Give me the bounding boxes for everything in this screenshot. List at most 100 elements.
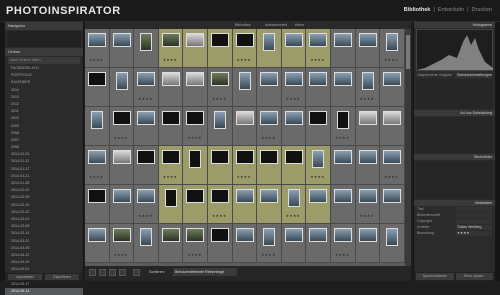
rating-stars[interactable]: ★★★★ (187, 253, 202, 257)
photo-thumbnail[interactable] (210, 189, 229, 203)
thumbnail-cell[interactable]: ★★★★ (355, 68, 381, 107)
folder-item[interactable]: KALENDER (5, 79, 83, 86)
folder-item[interactable]: 2014-03-01 (5, 216, 83, 223)
rating-stars[interactable]: ★★★★ (89, 58, 104, 62)
thumbnail-cell[interactable] (257, 29, 282, 68)
photo-thumbnail[interactable] (383, 189, 402, 203)
thumbnail-cell[interactable]: ★★★★ (183, 224, 208, 263)
filter-tab[interactable]: Bibliothek (235, 23, 251, 27)
photo-thumbnail[interactable] (161, 228, 180, 242)
thumbnail-cell[interactable] (380, 68, 405, 107)
navigator-preview[interactable] (7, 31, 81, 47)
photo-thumbnail[interactable] (383, 150, 402, 164)
photo-thumbnail[interactable] (210, 72, 229, 86)
thumbnail-cell[interactable] (380, 224, 405, 263)
rating-stars[interactable]: ★★★★ (187, 136, 202, 140)
thumbnail-cell[interactable]: ★★★★ (109, 107, 135, 146)
photo-thumbnail[interactable] (333, 228, 352, 242)
thumbnail-cell[interactable] (183, 146, 208, 185)
folder-item[interactable]: 2014-05-17 (5, 281, 83, 288)
folder-item[interactable]: 2014-04-19 (5, 259, 83, 266)
photo-thumbnail[interactable] (189, 150, 202, 168)
folder-item[interactable]: 2014-03-14 (5, 230, 83, 237)
module-bibliothek[interactable]: Bibliothek (404, 7, 431, 13)
folder-item[interactable]: 2014-01-03 (5, 151, 83, 158)
folder-item[interactable]: 2014-03-08 (5, 223, 83, 230)
folder-item[interactable]: 2007 (5, 137, 83, 144)
thumbnail-cell[interactable] (257, 68, 282, 107)
thumbnail-cell[interactable]: ★★★★ (109, 224, 135, 263)
photo-thumbnail[interactable] (312, 150, 325, 168)
photo-thumbnail[interactable] (161, 150, 180, 164)
thumbnail-cell[interactable] (109, 146, 135, 185)
thumbnail-cell[interactable] (109, 185, 135, 224)
rating-stars[interactable]: ★★★★ (261, 253, 276, 257)
histogram-header[interactable]: Histogramm (414, 22, 495, 28)
photo-thumbnail[interactable] (358, 189, 377, 203)
photo-thumbnail[interactable] (137, 189, 156, 203)
photo-thumbnail[interactable] (186, 33, 205, 47)
photo-thumbnail[interactable] (361, 72, 374, 90)
export-button[interactable]: Exportieren (45, 274, 79, 280)
survey-view-icon[interactable] (119, 269, 126, 276)
photo-thumbnail[interactable] (309, 111, 328, 125)
rating-stars[interactable]: ★★★★ (384, 58, 399, 62)
photo-thumbnail[interactable] (287, 189, 300, 207)
photo-thumbnail[interactable] (309, 189, 328, 203)
thumbnail-cell[interactable] (158, 68, 184, 107)
photo-thumbnail[interactable] (309, 72, 328, 86)
photo-thumbnail[interactable] (88, 33, 106, 47)
folder-search-input[interactable]: Nach Ordnern filtern (8, 57, 80, 64)
thumbnail-cell[interactable] (158, 224, 184, 263)
thumbnail-cell[interactable] (109, 68, 135, 107)
thumbnail-cell[interactable] (109, 29, 135, 68)
sort-select[interactable]: Benutzerdefinierte Reihenfolge (173, 268, 237, 276)
filter-tab[interactable]: Aufnahmezeit (265, 23, 287, 27)
thumbnail-cell[interactable] (281, 146, 307, 185)
metadata-value[interactable]: ★★★★ (456, 231, 492, 236)
photo-thumbnail[interactable] (137, 150, 156, 164)
photo-thumbnail[interactable] (88, 228, 106, 242)
rating-stars[interactable]: ★★★★ (360, 214, 375, 218)
folder-item[interactable]: 2014-01-11 (5, 158, 83, 165)
photo-thumbnail[interactable] (115, 72, 128, 90)
thumbnail-cell[interactable]: ★★★★ (306, 146, 331, 185)
photo-thumbnail[interactable] (210, 150, 229, 164)
thumbnail-cell[interactable] (134, 29, 159, 68)
photo-thumbnail[interactable] (235, 111, 254, 125)
folder-item[interactable]: 2014-02-02 (5, 187, 83, 194)
thumbnail-cell[interactable] (183, 29, 208, 68)
photo-thumbnail[interactable] (238, 72, 251, 90)
photo-thumbnail[interactable] (137, 72, 156, 86)
grid-scrollbar[interactable] (405, 29, 411, 266)
quick-develop-header[interactable]: Ad-hoc-Entwicklung (414, 110, 495, 116)
thumbnail-cell[interactable]: ★★★★ (281, 68, 307, 107)
thumbnail-cell[interactable] (306, 107, 331, 146)
photo-thumbnail[interactable] (284, 150, 303, 164)
thumbnail-cell[interactable] (85, 224, 110, 263)
thumbnail-cell[interactable] (257, 146, 282, 185)
thumbnail-cell[interactable] (134, 107, 159, 146)
photo-thumbnail[interactable] (235, 150, 254, 164)
thumbnail-cell[interactable] (207, 224, 233, 263)
module-entwickeln[interactable]: Entwickeln (438, 7, 464, 13)
thumbnail-cell[interactable]: ★★★★ (380, 29, 405, 68)
photo-thumbnail[interactable] (336, 111, 349, 129)
thumbnail-cell[interactable] (281, 224, 307, 263)
thumbnail-cell[interactable] (306, 68, 331, 107)
thumbnail-cell[interactable] (355, 107, 381, 146)
thumbnail-cell[interactable]: ★★★★ (158, 29, 184, 68)
photo-thumbnail[interactable] (186, 72, 205, 86)
photo-thumbnail[interactable] (213, 111, 226, 129)
thumbnail-cell[interactable] (207, 146, 233, 185)
thumbnail-cell[interactable]: ★★★★ (355, 185, 381, 224)
quick-develop-controls[interactable] (416, 79, 493, 109)
photo-thumbnail[interactable] (383, 72, 402, 86)
thumbnail-cell[interactable] (232, 224, 258, 263)
thumbnail-cell[interactable]: ★★★★ (85, 146, 110, 185)
thumbnail-cell[interactable] (232, 185, 258, 224)
folders-header[interactable]: Ordner (5, 48, 83, 56)
thumbnail-cell[interactable]: ★★★★ (207, 185, 233, 224)
folder-item[interactable]: PORTFOLIO (5, 72, 83, 79)
photo-thumbnail[interactable] (140, 33, 153, 51)
